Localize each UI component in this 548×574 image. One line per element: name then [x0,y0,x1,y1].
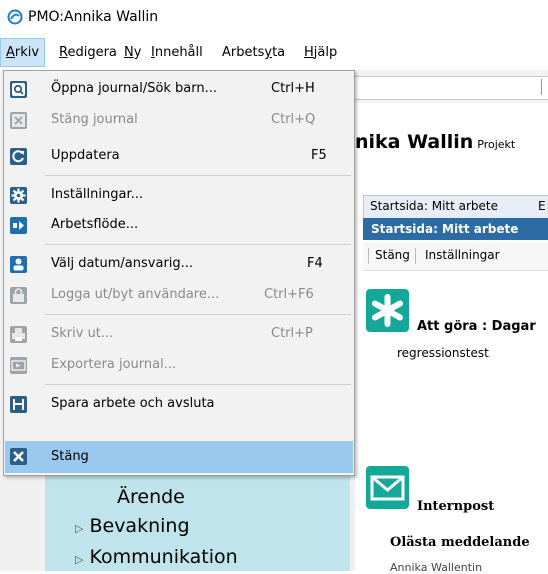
menu-item-export[interactable]: Exportera journal... [5,353,353,378]
menu-item-label: Välj datum/ansvarig... [51,256,194,271]
menu-innehall[interactable]: Innehåll [151,45,203,60]
menu-item-label: Spara arbete och avsluta [51,396,215,411]
menu-item-shortcut: F4 [307,256,323,271]
asterisk-icon [366,289,409,332]
menu-bar: Arkiv Redigera Ny Innehåll Arbetsyta Hjä… [0,35,548,69]
menu-item-label: Logga ut/byt användare... [51,287,220,302]
menu-ny[interactable]: Ny [124,45,141,60]
menu-item-close-journal[interactable]: Stäng journal Ctrl+Q [5,108,353,133]
close-icon [10,448,27,465]
tree-node-kommunikation[interactable]: ▷ Kommunikation [75,546,238,568]
menu-item-settings[interactable]: Inställningar... [5,183,353,208]
envelope-icon [366,466,409,509]
page-title-sub: Projekt [477,138,516,151]
menu-item-shortcut: F5 [311,148,327,163]
menu-separator [45,175,351,176]
todo-item[interactable]: regressionstest [397,346,489,360]
app-icon [7,9,23,25]
page-title: nika Wallin Projekt [355,131,515,153]
tree-node-label: Kommunikation [89,546,238,568]
action-bar: Stäng Inställningar [363,242,548,271]
printer-icon [10,326,27,343]
menu-item-label: Öppna journal/Sök barn... [51,81,218,96]
menu-item-shortcut: Ctrl+H [271,81,315,96]
menu-item-shortcut: Ctrl+F6 [264,287,314,302]
menu-separator [45,314,351,315]
workflow-icon [10,217,27,234]
title-bar: PMO:Annika Wallin [0,0,548,35]
menu-item-label: Stäng [51,449,89,464]
settings-action-button[interactable]: Inställningar [425,248,500,262]
menu-separator [45,244,351,245]
export-icon [10,357,27,374]
menu-arkiv[interactable]: Arkiv [0,38,46,67]
menu-item-label: Stäng journal [51,112,138,127]
gear-icon [10,187,27,204]
refresh-icon [10,148,27,165]
menu-item-shortcut: Ctrl+Q [271,112,316,127]
menu-item-label: Skriv ut... [51,326,114,341]
tab-strip: Startsida: Mitt arbete E [363,195,548,219]
menu-item-workflow[interactable]: Arbetsflöde... [5,213,353,238]
toolbar-separator [541,79,542,95]
internal-mail-title[interactable]: Internpost [417,499,494,514]
tab-next[interactable]: E [538,199,546,213]
message-sender[interactable]: Annika Wallentin [390,561,482,574]
menu-item-open-journal[interactable]: Öppna journal/Sök barn... Ctrl+H [5,77,353,102]
todo-title[interactable]: Att göra : Dagar [417,319,536,334]
main-content: nika Wallin Projekt Startsida: Mitt arbet… [355,103,548,574]
menu-separator [45,384,351,385]
tab-startsida[interactable]: Startsida: Mitt arbete [370,199,498,213]
lock-icon [10,287,27,304]
menu-hjalp[interactable]: Hjälp [304,45,337,60]
expand-arrow-icon[interactable]: ▷ [75,553,83,566]
tree-node-label: Bevakning [89,515,190,537]
user-icon [10,256,27,273]
tree-node-arende[interactable]: Ärende [117,486,185,508]
expand-arrow-icon[interactable]: ▷ [75,522,83,535]
search-icon [10,81,27,98]
panel-header: Startsida: Mitt arbete [363,218,548,240]
menu-item-select-date[interactable]: Välj datum/ansvarig... F4 [5,252,353,277]
menu-item-label: Exportera journal... [51,357,177,372]
menu-item-label: Arbetsflöde... [51,217,139,232]
search-field[interactable] [352,76,548,100]
menu-item-shortcut: Ctrl+P [271,326,313,341]
menu-item-save-exit[interactable]: Spara arbete och avsluta [5,392,353,417]
menu-item-label: Inställningar... [51,187,143,202]
menu-item-close[interactable]: Stäng [5,441,353,473]
menu-arbetsyta[interactable]: Arbetsyta [222,45,285,60]
unread-messages-label: Olästa meddelande [390,535,530,550]
divider [415,248,416,264]
menu-item-logout[interactable]: Logga ut/byt användare... Ctrl+F6 [5,283,353,308]
divider [368,248,369,264]
arkiv-dropdown-menu: Öppna journal/Sök barn... Ctrl+H Stäng j… [3,70,355,476]
menu-item-label: Uppdatera [51,148,120,163]
patient-name: nika Wallin [355,131,474,153]
tree-node-bevakning[interactable]: ▷ Bevakning [75,515,190,537]
window-title: PMO:Annika Wallin [28,9,159,25]
menu-item-refresh[interactable]: Uppdatera F5 [5,144,353,169]
close-icon [10,112,27,129]
save-icon [10,396,27,413]
menu-redigera[interactable]: Redigera [59,45,117,60]
close-action-button[interactable]: Stäng [375,248,410,262]
menu-item-print[interactable]: Skriv ut... Ctrl+P [5,322,353,347]
